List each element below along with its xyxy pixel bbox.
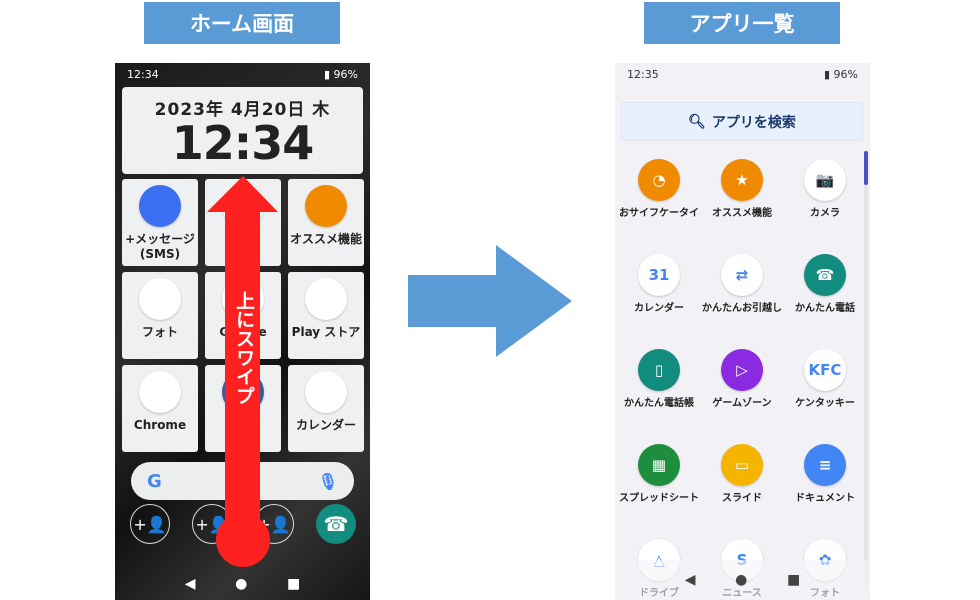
app-item[interactable]: 31 カレンダー [618, 254, 700, 315]
app-list-phone: 12:35 ▮ 96% 🔍︎ アプリを検索 ◔ おサイフケータイ ★ オススメ機能 📷 カ… [615, 63, 870, 600]
app-icon: ☎ [804, 254, 846, 296]
app-item[interactable]: ☎ かんたん電話 [784, 254, 866, 315]
app-icon: ≡ [804, 444, 846, 486]
app-label: おサイフケータイ [619, 208, 699, 219]
app-item[interactable]: ▷ ゲームゾーン [701, 349, 783, 410]
app-icon: 31 [638, 254, 680, 296]
app-label: カメラ [810, 208, 840, 219]
app-label: スライド [722, 493, 762, 504]
app-label: ドキュメント [795, 493, 855, 504]
app-item[interactable]: ⇄ かんたんお引越し [701, 254, 783, 315]
right-arrow [408, 245, 572, 357]
app-label: ケンタッキー [795, 398, 855, 409]
app-icon: ▭ [721, 444, 763, 486]
app-icon: ⇄ [721, 254, 763, 296]
navigation-bar: ◀ ● ■ [615, 560, 870, 600]
status-time: 12:35 [627, 67, 659, 81]
app-icon: ▯ [638, 349, 680, 391]
status-bar: 12:35 ▮ 96% [615, 63, 870, 85]
back-icon[interactable]: ◀ [685, 572, 696, 588]
app-item[interactable]: KFC ケンタッキー [784, 349, 866, 410]
app-icon: ▷ [721, 349, 763, 391]
app-icon: KFC [804, 349, 846, 391]
home-screen-phone: 12:34 ▮ 96% 2023年 4月20日 木 12:34 +メッセージ(S… [115, 63, 370, 600]
app-label: かんたん電話帳 [624, 398, 694, 409]
app-item[interactable]: ≡ ドキュメント [784, 444, 866, 505]
battery-level: 96% [833, 67, 858, 81]
app-icon: 📷 [804, 159, 846, 201]
app-label: カレンダー [634, 303, 684, 314]
app-item[interactable]: ▦ スプレッドシート [618, 444, 700, 505]
recents-icon[interactable]: ■ [787, 572, 800, 588]
home-screen-title: ホーム画面 [144, 2, 340, 44]
app-icon: ▦ [638, 444, 680, 486]
battery-icon: ▮ [823, 67, 834, 81]
app-item[interactable]: ◔ おサイフケータイ [618, 159, 700, 220]
app-icon: ★ [721, 159, 763, 201]
swipe-up-label: 上にスワイプ [233, 291, 255, 405]
app-search-box[interactable]: 🔍︎ アプリを検索 [621, 102, 863, 141]
search-icon: 🔍︎ [688, 113, 706, 130]
app-icon: ◔ [638, 159, 680, 201]
app-list-title: アプリ一覧 [644, 2, 840, 44]
app-label: スプレッドシート [619, 493, 699, 504]
app-item[interactable]: ★ オススメ機能 [701, 159, 783, 220]
app-item[interactable]: ▯ かんたん電話帳 [618, 349, 700, 410]
app-item[interactable]: ▭ スライド [701, 444, 783, 505]
app-label: ゲームゾーン [712, 398, 772, 409]
app-label: かんたんお引越し [702, 303, 782, 314]
app-item[interactable]: 📷 カメラ [784, 159, 866, 220]
app-label: かんたん電話 [795, 303, 855, 314]
search-placeholder: アプリを検索 [711, 114, 796, 131]
home-icon[interactable]: ● [735, 572, 747, 588]
app-label: オススメ機能 [712, 208, 772, 219]
